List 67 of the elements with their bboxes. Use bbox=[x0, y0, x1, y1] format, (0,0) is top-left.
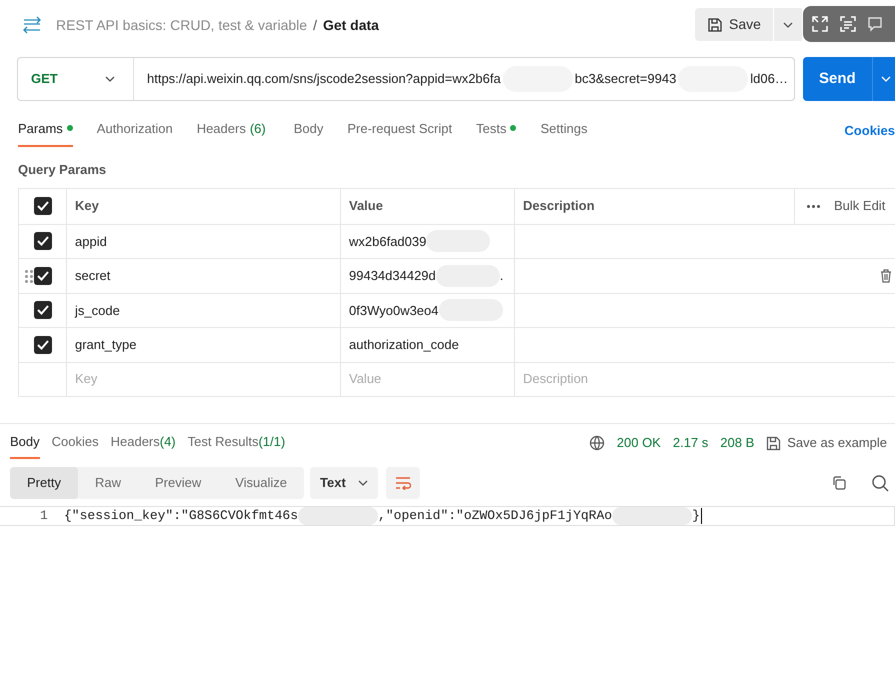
url-field[interactable]: https://api.weixin.qq.com/sns/jscode2session?appid=wx2b6fa bc3&secret=9943 ld06… bbox=[134, 66, 788, 92]
status-code: 200 OK bbox=[616, 434, 661, 452]
param-key[interactable]: appid bbox=[75, 232, 107, 251]
checkbox[interactable] bbox=[34, 232, 52, 250]
column-header: Key bbox=[75, 197, 99, 216]
save-example-button[interactable]: Save as example bbox=[766, 433, 887, 453]
checkbox[interactable] bbox=[34, 266, 52, 285]
request-tab[interactable]: Settings bbox=[540, 118, 588, 147]
response-tab[interactable]: Test Results(1/1) bbox=[188, 427, 286, 459]
param-key[interactable]: grant_type bbox=[75, 335, 136, 354]
request-title: Get data bbox=[322, 16, 379, 34]
request-tab[interactable]: Tests bbox=[476, 118, 516, 147]
response-tab[interactable]: Headers(4) bbox=[110, 427, 176, 459]
wrap-button[interactable] bbox=[386, 467, 420, 499]
param-key[interactable]: secret bbox=[75, 266, 110, 286]
more-icon bbox=[807, 204, 820, 208]
param-key[interactable]: js_code bbox=[75, 300, 120, 320]
response-time: 2.17 s bbox=[672, 434, 708, 452]
copy-icon bbox=[831, 475, 847, 491]
param-value[interactable]: authorization_code bbox=[349, 335, 459, 354]
view-mode-tab[interactable]: Pretty bbox=[10, 467, 78, 499]
text-scan-icon bbox=[839, 15, 857, 33]
breadcrumb-separator: / bbox=[313, 16, 317, 34]
method-select[interactable]: GET bbox=[18, 58, 134, 100]
caret-icon bbox=[880, 76, 891, 82]
request-tab[interactable]: Params bbox=[18, 118, 73, 147]
column-header: Description bbox=[523, 197, 595, 216]
param-value[interactable]: wx2b6fad039 bbox=[349, 232, 426, 251]
globe-icon bbox=[588, 435, 605, 451]
request-tab[interactable]: Headers (6) bbox=[196, 118, 266, 147]
tab-count: (6) bbox=[250, 120, 266, 138]
trash-icon bbox=[880, 269, 892, 283]
request-tab[interactable]: Pre-request Script bbox=[347, 118, 452, 147]
cookies-link[interactable]: Cookies bbox=[844, 120, 895, 140]
search-icon bbox=[871, 474, 889, 492]
view-mode-tab[interactable]: Raw bbox=[78, 467, 138, 499]
view-mode-tab[interactable]: Visualize bbox=[218, 467, 304, 499]
tab-count: (1/1) bbox=[258, 433, 286, 452]
response-tab[interactable]: Cookies bbox=[52, 427, 99, 459]
fullscreen-icon bbox=[811, 15, 829, 33]
save-button[interactable]: Save bbox=[695, 8, 773, 41]
response-size: 208 B bbox=[720, 434, 754, 452]
response-tab[interactable]: Body bbox=[10, 427, 40, 459]
floppy-icon bbox=[766, 436, 782, 450]
comment-icon bbox=[867, 16, 883, 32]
caret-icon bbox=[782, 22, 793, 28]
param-value-tail: . bbox=[500, 267, 504, 285]
param-value[interactable]: 0f3Wyo0w3eo4 bbox=[349, 300, 438, 320]
request-tab[interactable]: Authorization bbox=[96, 118, 173, 147]
bulk-edit-button[interactable]: Bulk Edit bbox=[834, 196, 886, 216]
format-select[interactable]: Text bbox=[310, 467, 378, 499]
code-line: {"session_key":"G8S6CVOkfmt46s ,"openid":"oZWOx5DJ6jpF1jYqRAo } bbox=[64, 506, 702, 526]
checkbox[interactable] bbox=[34, 197, 52, 215]
view-mode-tab[interactable]: Preview bbox=[138, 467, 218, 499]
caret-icon bbox=[105, 76, 115, 82]
breadcrumb-link[interactable]: REST API basics: CRUD, test & variable bbox=[56, 14, 308, 36]
param-value[interactable]: 99434d34429d bbox=[349, 266, 436, 286]
column-header: Value bbox=[349, 197, 383, 216]
wrap-lines-icon bbox=[394, 476, 411, 490]
tab-count: (4) bbox=[160, 433, 176, 452]
line-number: 1 bbox=[39, 507, 49, 526]
caret-icon bbox=[358, 480, 368, 486]
checkbox[interactable] bbox=[34, 336, 52, 354]
floppy-icon bbox=[707, 16, 723, 32]
checkbox[interactable] bbox=[34, 301, 52, 320]
section-title: Query Params bbox=[17, 161, 108, 179]
request-tab[interactable]: Body bbox=[294, 118, 324, 147]
